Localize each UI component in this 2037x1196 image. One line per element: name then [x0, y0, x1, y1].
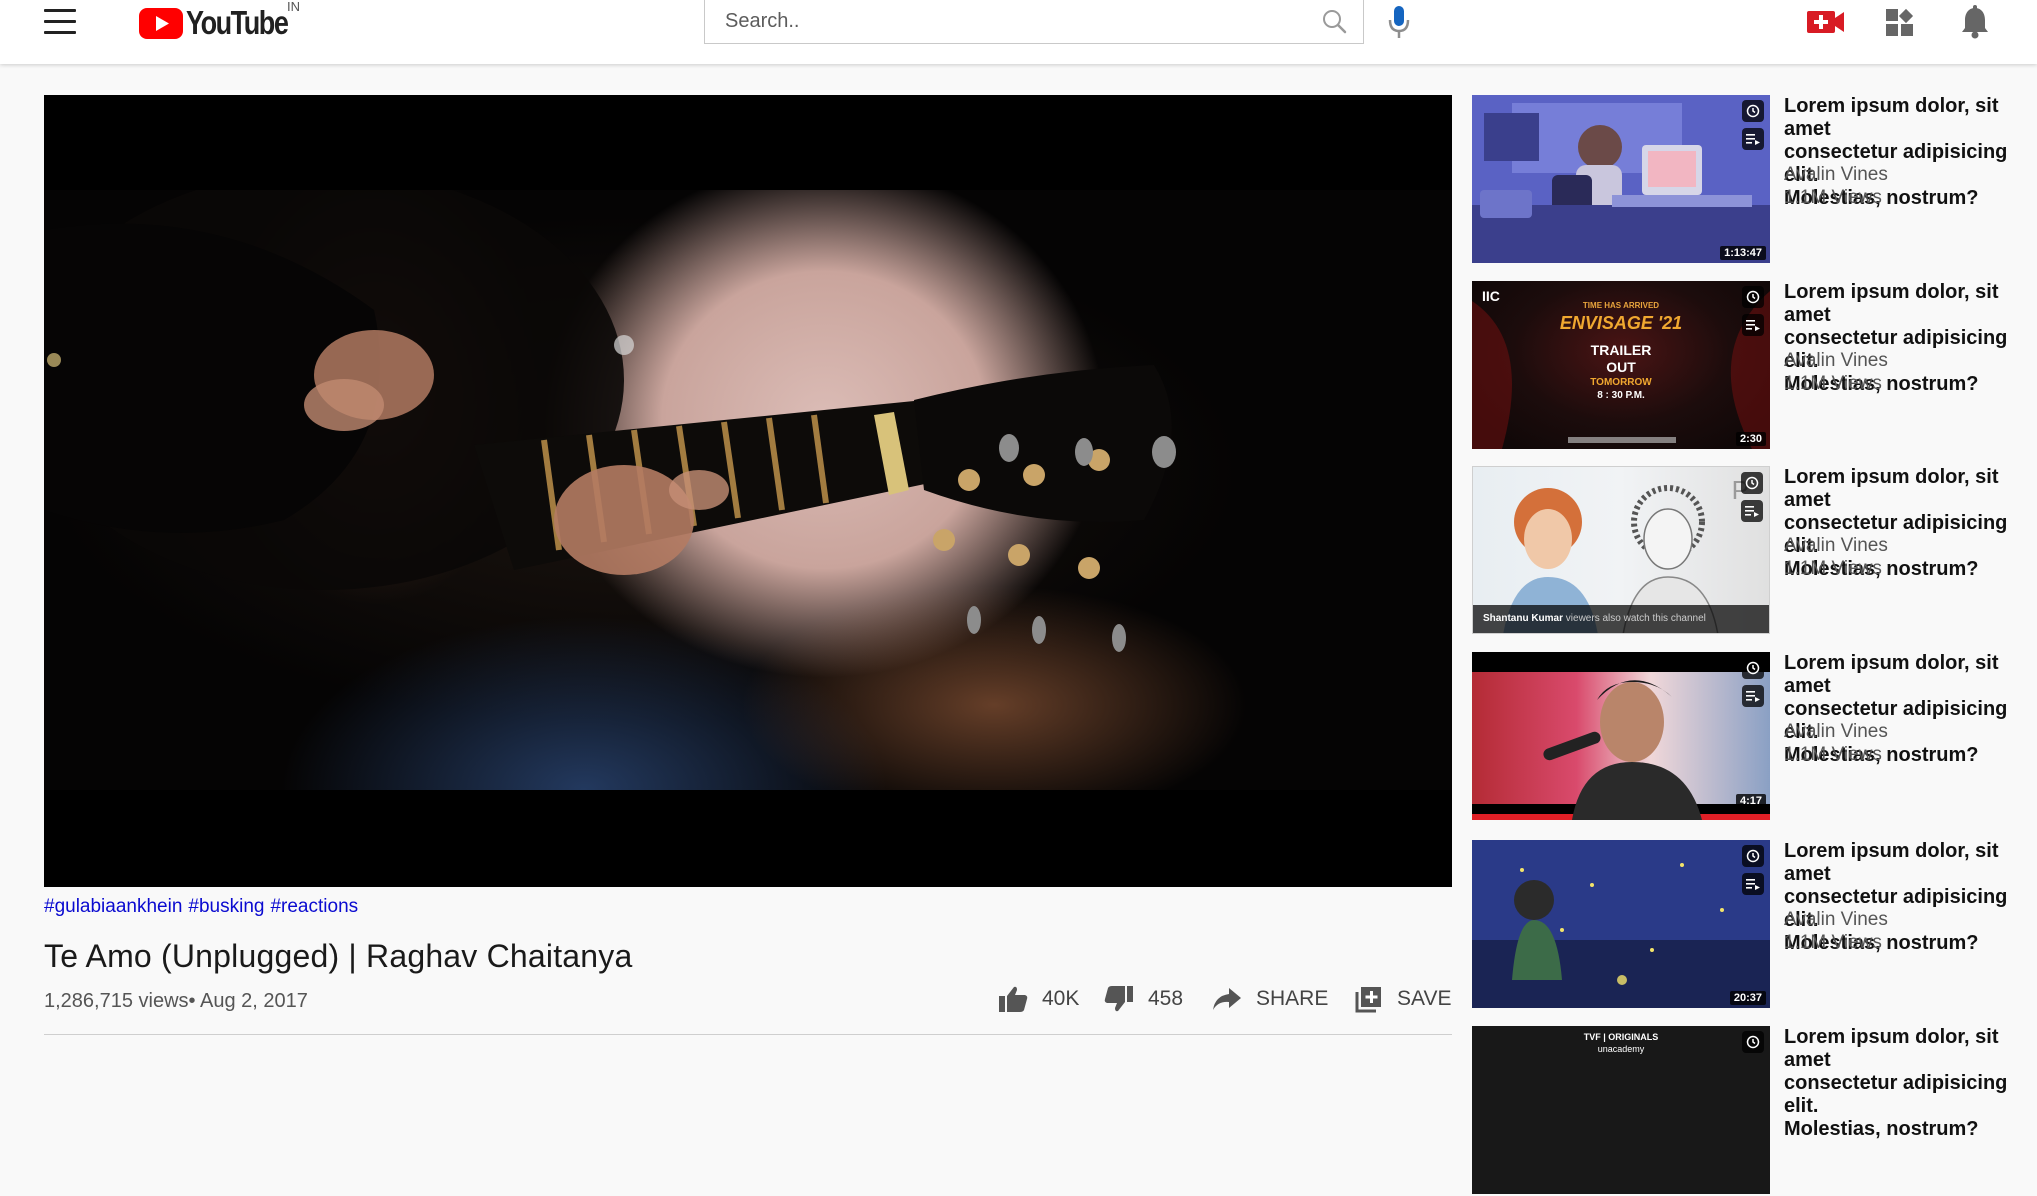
recommended-video[interactable]: IIC TIME HAS ARRIVED ENVISAGE '21 TRAILE… [1472, 281, 2037, 451]
singer-performance-illustration [1472, 652, 1770, 820]
like-button[interactable]: 40K [998, 982, 1079, 1016]
youtube-play-icon [139, 7, 183, 39]
add-to-queue-icon[interactable] [1742, 314, 1764, 336]
country-code: IN [287, 0, 300, 14]
dislike-count: 458 [1148, 987, 1184, 1010]
thumbnail-text: TOMORROW [1590, 377, 1652, 388]
thumbnail-text: 8 : 30 P.M. [1597, 390, 1645, 401]
video-title[interactable]: Lorem ipsum dolor, sit amet consectetur … [1784, 1026, 2037, 1141]
thumbnail-text: OUT [1606, 359, 1636, 375]
video-duration: 2:30 [1735, 432, 1766, 446]
video-frame [44, 190, 1452, 790]
video-thumbnail[interactable]: 20:37 [1472, 840, 1770, 1008]
thumbnail-caption-name: Shantanu Kumar [1483, 613, 1564, 624]
add-to-playlist-icon [1355, 987, 1381, 1013]
notifications-bell-icon[interactable] [1960, 5, 1990, 39]
view-count: 1.1M Views [1784, 932, 1882, 953]
thumbnail-text: TIME HAS ARRIVED [1582, 301, 1660, 310]
recommended-video[interactable]: 4:17 Lorem ipsum dolor, sit amet consect… [1472, 652, 2037, 822]
channel-name[interactable]: Avalin Vines [1784, 350, 1888, 372]
hashtag-link[interactable]: #busking [188, 896, 264, 917]
guitar-scene-illustration [44, 190, 1176, 652]
watch-later-icon[interactable] [1741, 472, 1763, 494]
video-thumbnail[interactable]: IIC TIME HAS ARRIVED ENVISAGE '21 TRAILE… [1472, 281, 1770, 449]
thumbnail-caption: Shantanu Kumar viewers also watch this c… [1483, 613, 1706, 624]
save-button[interactable]: SAVE [1355, 982, 1451, 1016]
video-player[interactable] [44, 95, 1452, 887]
thumbnail-text: TRAILER [1590, 342, 1652, 358]
video-title: Te Amo (Unplugged) | Raghav Chaitanya [44, 938, 633, 974]
search-bar [704, 0, 1364, 44]
hashtag-link[interactable]: #reactions [270, 896, 358, 917]
share-label: SHARE [1256, 987, 1329, 1010]
thumbnail-text: TVF | ORIGINALS [1583, 1032, 1659, 1042]
dislike-button[interactable]: 458 [1104, 982, 1183, 1016]
watch-later-icon[interactable] [1742, 100, 1764, 122]
thumbnail-text: ENVISAGE '21 [1559, 313, 1683, 333]
recommended-video[interactable]: P Shantanu Kumar viewers also watch this… [1472, 466, 2037, 636]
hashtag-link[interactable]: #gulabiaankhein [44, 896, 182, 917]
view-count: 1.1M Views [1784, 187, 1882, 208]
apps-grid-icon[interactable] [1885, 8, 1915, 38]
hashtag-list: #gulabiaankhein #busking #reactions [44, 896, 364, 918]
recommended-video[interactable]: 20:37 Lorem ipsum dolor, sit amet consec… [1472, 840, 2037, 1010]
add-to-queue-icon[interactable] [1741, 500, 1763, 522]
menu-icon[interactable] [40, 7, 80, 37]
video-duration: 4:17 [1735, 794, 1766, 808]
thumbnail-caption-rest: viewers also watch this channel [1563, 613, 1706, 624]
video-thumbnail[interactable]: 1:13:47 [1472, 95, 1770, 263]
recommended-video[interactable]: TVF | ORIGINALS unacademy Lorem ipsum do… [1472, 1026, 2037, 1196]
thumbnail-text: unacademy [1597, 1044, 1645, 1054]
share-button[interactable]: SHARE [1212, 982, 1328, 1016]
video-thumbnail[interactable]: 4:17 [1472, 652, 1770, 820]
channel-name[interactable]: Avalin Vines [1784, 164, 1888, 186]
like-count: 40K [1042, 987, 1080, 1010]
watch-later-icon[interactable] [1742, 286, 1764, 308]
video-thumbnail[interactable]: TVF | ORIGINALS unacademy [1472, 1026, 1770, 1194]
watch-later-icon[interactable] [1742, 845, 1764, 867]
sketch-portrait-illustration [1473, 485, 1769, 633]
add-to-queue-icon[interactable] [1742, 685, 1764, 707]
video-thumbnail[interactable]: P Shantanu Kumar viewers also watch this… [1472, 466, 1770, 634]
video-duration: 1:13:47 [1720, 246, 1766, 260]
recommended-video[interactable]: 1:13:47 Lorem ipsum dolor, sit amet cons… [1472, 95, 2037, 265]
view-count: 1.1M Views [1784, 744, 1882, 765]
thumbs-down-icon [1104, 986, 1133, 1012]
search-icon[interactable] [1321, 8, 1347, 34]
watch-later-icon[interactable] [1742, 1031, 1764, 1053]
search-input[interactable] [723, 7, 1287, 35]
video-views-date: 1,286,715 views• Aug 2, 2017 [44, 990, 308, 1012]
add-to-queue-icon[interactable] [1742, 873, 1764, 895]
divider [44, 1034, 1452, 1035]
thumbs-up-icon [999, 986, 1028, 1012]
video-duration: 20:37 [1729, 991, 1766, 1005]
brand-name: YouTube [186, 4, 289, 41]
add-to-queue-icon[interactable] [1742, 128, 1764, 150]
channel-name[interactable]: Avalin Vines [1784, 721, 1888, 743]
mic-icon[interactable] [1386, 4, 1412, 40]
youtube-logo[interactable]: YouTube [139, 4, 310, 41]
night-scene-illustration [1472, 840, 1770, 1008]
share-arrow-icon [1213, 988, 1241, 1010]
view-count: 1.1M Views [1784, 373, 1882, 394]
channel-name[interactable]: Avalin Vines [1784, 909, 1888, 931]
save-label: SAVE [1397, 987, 1452, 1010]
watch-later-icon[interactable] [1742, 657, 1764, 679]
top-header: YouTube IN [0, 0, 2037, 64]
lofi-room-illustration [1472, 95, 1770, 263]
view-count: 1.1M Views [1784, 558, 1882, 579]
create-video-icon[interactable] [1807, 9, 1845, 35]
channel-name[interactable]: Avalin Vines [1784, 535, 1888, 557]
